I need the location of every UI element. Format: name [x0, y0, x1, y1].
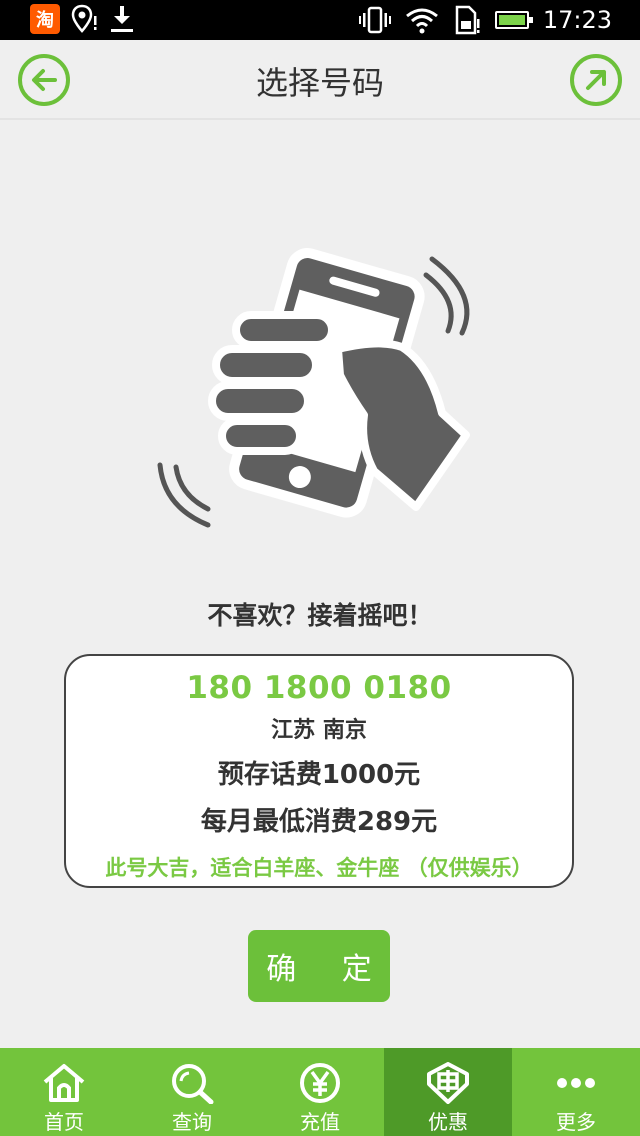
- wifi-icon: [405, 8, 438, 34]
- status-bar: 淘 17:23: [0, 0, 640, 40]
- sim-card-icon: [455, 5, 480, 35]
- shake-prompt: 不喜欢？接着摇吧！: [207, 601, 433, 630]
- shake-phone-hand-icon: [157, 248, 470, 528]
- phone-number: 180 1800 0180: [186, 670, 452, 706]
- taobao-app-icon: 淘: [30, 4, 60, 34]
- nav-label-discount: 优惠: [428, 1110, 468, 1134]
- nav-label-more: 更多: [556, 1110, 596, 1134]
- home-icon: [43, 1064, 85, 1102]
- nav-label-recharge: 充值: [300, 1110, 340, 1134]
- discount-tag-icon: [427, 1062, 469, 1104]
- bottom-nav: 首页 查询 充值 优惠 更多: [0, 1048, 640, 1136]
- nav-label-query: 查询: [172, 1110, 212, 1134]
- monthly-minimum: 每月最低消费289元: [200, 807, 438, 837]
- confirm-button[interactable]: 确 定: [248, 930, 390, 1002]
- download-icon: [111, 6, 133, 32]
- status-time: 17:23: [542, 6, 612, 34]
- forward-button[interactable]: [570, 54, 622, 106]
- shake-illustration: [150, 245, 490, 535]
- header-bar: 选择号码: [0, 40, 640, 120]
- number-card: 180 1800 0180 江苏 南京 预存话费1000元 每月最低消费289元…: [64, 654, 574, 888]
- yuan-coin-icon: [300, 1063, 340, 1103]
- nav-item-recharge[interactable]: 充值: [256, 1048, 384, 1136]
- prestore-fee: 预存话费1000元: [217, 760, 421, 790]
- more-dots-icon: [557, 1078, 595, 1088]
- nav-item-discount[interactable]: 优惠: [384, 1048, 512, 1136]
- number-location: 江苏 南京: [271, 718, 367, 743]
- arrow-up-right-icon: [586, 70, 606, 90]
- nav-label-home: 首页: [44, 1110, 84, 1134]
- vibrate-icon: [358, 6, 391, 34]
- page-title: 选择号码: [255, 64, 384, 102]
- nav-item-home[interactable]: 首页: [0, 1048, 128, 1136]
- fortune-note: 此号大吉，适合白羊座、金牛座 （仅供娱乐）: [105, 856, 533, 880]
- battery-icon: [494, 11, 533, 29]
- location-icon: [71, 4, 97, 33]
- search-icon: [172, 1064, 214, 1104]
- nav-item-more[interactable]: 更多: [512, 1048, 640, 1136]
- nav-item-query[interactable]: 查询: [128, 1048, 256, 1136]
